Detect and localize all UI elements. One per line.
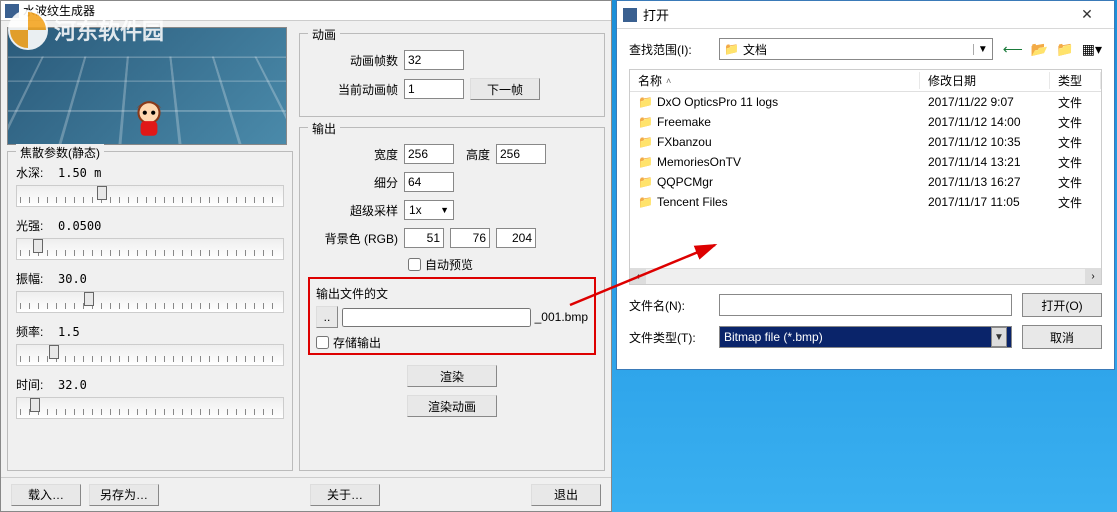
view-menu-icon[interactable]: ▦▾: [1082, 41, 1102, 58]
col-name-header[interactable]: 名称˄: [630, 72, 920, 89]
render-button[interactable]: 渲染: [407, 365, 497, 387]
next-frame-button[interactable]: 下一帧: [470, 78, 540, 100]
autopreview-checkbox[interactable]: [408, 258, 421, 271]
file-row[interactable]: 📁Tencent Files2017/11/17 11:05文件: [630, 192, 1101, 212]
app-title: 水波纹生成器: [23, 2, 95, 19]
file-row[interactable]: 📁DxO OpticsPro 11 logs2017/11/22 9:07文件: [630, 92, 1101, 112]
file-row[interactable]: 📁Freemake2017/11/12 14:00文件: [630, 112, 1101, 132]
save-output-label: 存储输出: [333, 334, 381, 351]
filetype-combo[interactable]: Bitmap file (*.bmp) ▼: [719, 326, 1012, 348]
close-icon: ✕: [1081, 6, 1093, 23]
cancel-button[interactable]: 取消: [1022, 325, 1102, 349]
depth-value: 1.50 m: [58, 166, 101, 180]
dialog-icon: [623, 8, 637, 22]
depth-label: 水深:: [16, 164, 52, 181]
supersample-select[interactable]: 1x ▼: [404, 200, 454, 220]
browse-button[interactable]: ..: [316, 306, 338, 328]
height-label: 高度: [460, 146, 490, 163]
render-anim-button[interactable]: 渲染动画: [407, 395, 497, 417]
frequency-value: 1.5: [58, 325, 80, 339]
chevron-down-icon: ▼: [440, 205, 449, 215]
exit-button[interactable]: 退出: [531, 484, 601, 506]
preview-pane: [7, 27, 287, 145]
current-frame-label: 当前动画帧: [308, 81, 398, 98]
main-window: 水波纹生成器 焦散参数(静态) 水深: 1.: [0, 0, 612, 512]
dialog-title: 打开: [643, 5, 1066, 24]
caustic-legend: 焦散参数(静态): [16, 144, 104, 161]
folder-icon: 📁: [724, 42, 739, 56]
amplitude-value: 30.0: [58, 272, 87, 286]
intensity-label: 光强:: [16, 217, 52, 234]
bgcolor-label: 背景色 (RGB): [308, 230, 398, 247]
output-file-highlight: 输出文件的文 .. _001.bmp 存储输出: [308, 277, 596, 355]
load-button[interactable]: 载入…: [11, 484, 81, 506]
width-label: 宽度: [308, 146, 398, 163]
subdiv-label: 细分: [308, 174, 398, 191]
file-row[interactable]: 📁QQPCMgr2017/11/13 16:27文件: [630, 172, 1101, 192]
output-legend: 输出: [308, 120, 340, 137]
amplitude-label: 振幅:: [16, 270, 52, 287]
height-input[interactable]: [496, 144, 546, 164]
time-slider[interactable]: [16, 397, 284, 419]
open-button[interactable]: 打开(O): [1022, 293, 1102, 317]
bg-g-input[interactable]: [450, 228, 490, 248]
depth-slider[interactable]: [16, 185, 284, 207]
intensity-slider[interactable]: [16, 238, 284, 260]
saveas-button[interactable]: 另存为…: [89, 484, 159, 506]
outfile-label: 输出文件的文: [316, 285, 588, 302]
titlebar: 水波纹生成器: [1, 1, 611, 21]
sort-asc-icon: ˄: [666, 76, 671, 86]
open-dialog: 打开 ✕ 查找范围(I): 📁 文档 ▼ ⟵ 📂 📁 ▦▾ 名称˄ 修改日期 类…: [616, 0, 1115, 370]
bg-r-input[interactable]: [404, 228, 444, 248]
folder-icon: 📁: [638, 195, 653, 209]
frequency-slider[interactable]: [16, 344, 284, 366]
filename-input[interactable]: [719, 294, 1012, 316]
app-icon: [5, 4, 19, 18]
folder-icon: 📁: [638, 175, 653, 189]
current-frame-input[interactable]: [404, 79, 464, 99]
folder-icon: 📁: [638, 135, 653, 149]
intensity-value: 0.0500: [58, 219, 101, 233]
new-folder-icon[interactable]: 📁: [1056, 41, 1073, 58]
frames-input[interactable]: [404, 50, 464, 70]
back-icon[interactable]: ⟵: [1003, 41, 1023, 58]
col-date-header[interactable]: 修改日期: [920, 72, 1050, 89]
bg-b-input[interactable]: [496, 228, 536, 248]
autopreview-label: 自动预览: [425, 256, 473, 273]
h-scrollbar[interactable]: ‹ ›: [630, 268, 1101, 284]
look-in-label: 查找范围(I):: [629, 41, 709, 58]
file-row[interactable]: 📁FXbanzou2017/11/12 10:35文件: [630, 132, 1101, 152]
file-list: 名称˄ 修改日期 类型 📁DxO OpticsPro 11 logs2017/1…: [629, 69, 1102, 285]
scroll-left-icon[interactable]: ‹: [630, 269, 646, 284]
look-in-combo[interactable]: 📁 文档 ▼: [719, 38, 993, 60]
sprite-icon: [128, 98, 170, 140]
folder-icon: 📁: [638, 155, 653, 169]
frames-label: 动画帧数: [308, 52, 398, 69]
filetype-label: 文件类型(T):: [629, 329, 709, 346]
width-input[interactable]: [404, 144, 454, 164]
close-button[interactable]: ✕: [1066, 4, 1108, 26]
time-label: 时间:: [16, 376, 52, 393]
folder-icon: 📁: [638, 95, 653, 109]
file-row[interactable]: 📁MemoriesOnTV2017/11/14 13:21文件: [630, 152, 1101, 172]
folder-icon: 📁: [638, 115, 653, 129]
filename-label: 文件名(N):: [629, 297, 709, 314]
subdiv-input[interactable]: [404, 172, 454, 192]
scroll-right-icon[interactable]: ›: [1085, 269, 1101, 284]
time-value: 32.0: [58, 378, 87, 392]
col-type-header[interactable]: 类型: [1050, 72, 1101, 89]
save-output-checkbox[interactable]: [316, 336, 329, 349]
anim-legend: 动画: [308, 26, 340, 43]
chevron-down-icon: ▼: [991, 327, 1007, 347]
chevron-down-icon: ▼: [973, 44, 988, 55]
outfile-suffix: _001.bmp: [535, 310, 588, 324]
supersample-label: 超级采样: [308, 202, 398, 219]
frequency-label: 频率:: [16, 323, 52, 340]
up-folder-icon[interactable]: 📂: [1031, 41, 1048, 58]
about-button[interactable]: 关于…: [310, 484, 380, 506]
amplitude-slider[interactable]: [16, 291, 284, 313]
outfile-input[interactable]: [342, 308, 531, 327]
